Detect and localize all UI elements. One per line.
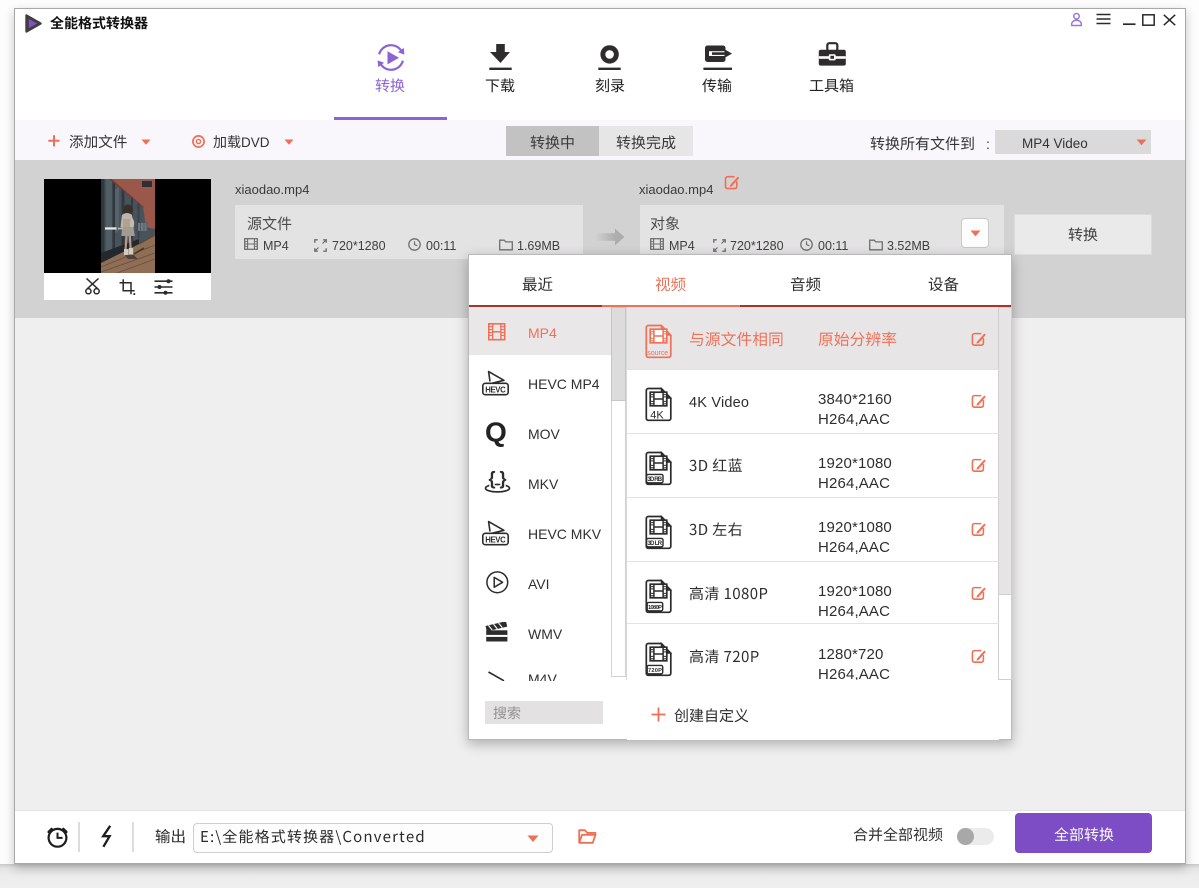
svg-text:{: { bbox=[489, 470, 496, 489]
svg-text:1280*720: 1280*720 bbox=[818, 646, 883, 663]
svg-text:MKV: MKV bbox=[528, 476, 559, 492]
svg-text:source: source bbox=[647, 348, 668, 357]
svg-text:MP4 Video: MP4 Video bbox=[1022, 136, 1088, 151]
svg-text:1920*1080: 1920*1080 bbox=[818, 455, 892, 472]
svg-text:00:11: 00:11 bbox=[426, 239, 456, 253]
svg-text:M4V: M4V bbox=[528, 671, 557, 681]
svg-text:3D LR: 3D LR bbox=[648, 541, 663, 547]
svg-text:4K: 4K bbox=[650, 410, 664, 422]
svg-text:MP4: MP4 bbox=[669, 239, 695, 253]
svg-text:HEVC MKV: HEVC MKV bbox=[528, 526, 602, 542]
svg-text:4K Video: 4K Video bbox=[689, 395, 749, 411]
svg-text:xiaodao.mp4: xiaodao.mp4 bbox=[235, 182, 309, 197]
svg-text:3.52MB: 3.52MB bbox=[887, 239, 930, 253]
svg-text:H264,AAC: H264,AAC bbox=[818, 411, 890, 428]
svg-text:H264,AAC: H264,AAC bbox=[818, 603, 890, 620]
svg-text:00:11: 00:11 bbox=[818, 239, 848, 253]
svg-text:AVI: AVI bbox=[528, 576, 550, 592]
svg-text:DVD: DVD bbox=[241, 135, 270, 150]
svg-text:1.69MB: 1.69MB bbox=[517, 239, 560, 253]
svg-text:WMV: WMV bbox=[528, 626, 563, 642]
svg-text:HEVC: HEVC bbox=[485, 535, 506, 544]
svg-text:720P: 720P bbox=[648, 668, 662, 674]
svg-text:H264,AAC: H264,AAC bbox=[818, 475, 890, 492]
svg-text:1920*1080: 1920*1080 bbox=[818, 519, 892, 536]
svg-text:1920*1080: 1920*1080 bbox=[818, 583, 892, 600]
svg-text:HEVC: HEVC bbox=[485, 385, 506, 394]
svg-text:MP4: MP4 bbox=[528, 325, 557, 341]
svg-text:3D RB: 3D RB bbox=[648, 477, 663, 483]
svg-text:}: } bbox=[500, 470, 507, 489]
svg-text:xiaodao.mp4: xiaodao.mp4 bbox=[639, 182, 713, 197]
svg-text:H264,AAC: H264,AAC bbox=[818, 539, 890, 556]
svg-text::: : bbox=[986, 136, 990, 152]
svg-text:Q: Q bbox=[485, 416, 507, 447]
svg-text:3840*2160: 3840*2160 bbox=[818, 391, 892, 408]
svg-text:720*1280: 720*1280 bbox=[332, 239, 386, 253]
svg-text:MP4: MP4 bbox=[263, 239, 289, 253]
svg-text:1080P: 1080P bbox=[648, 605, 662, 611]
svg-text:MOV: MOV bbox=[528, 426, 561, 442]
svg-text:HEVC MP4: HEVC MP4 bbox=[528, 376, 600, 392]
svg-text:720*1280: 720*1280 bbox=[730, 239, 784, 253]
